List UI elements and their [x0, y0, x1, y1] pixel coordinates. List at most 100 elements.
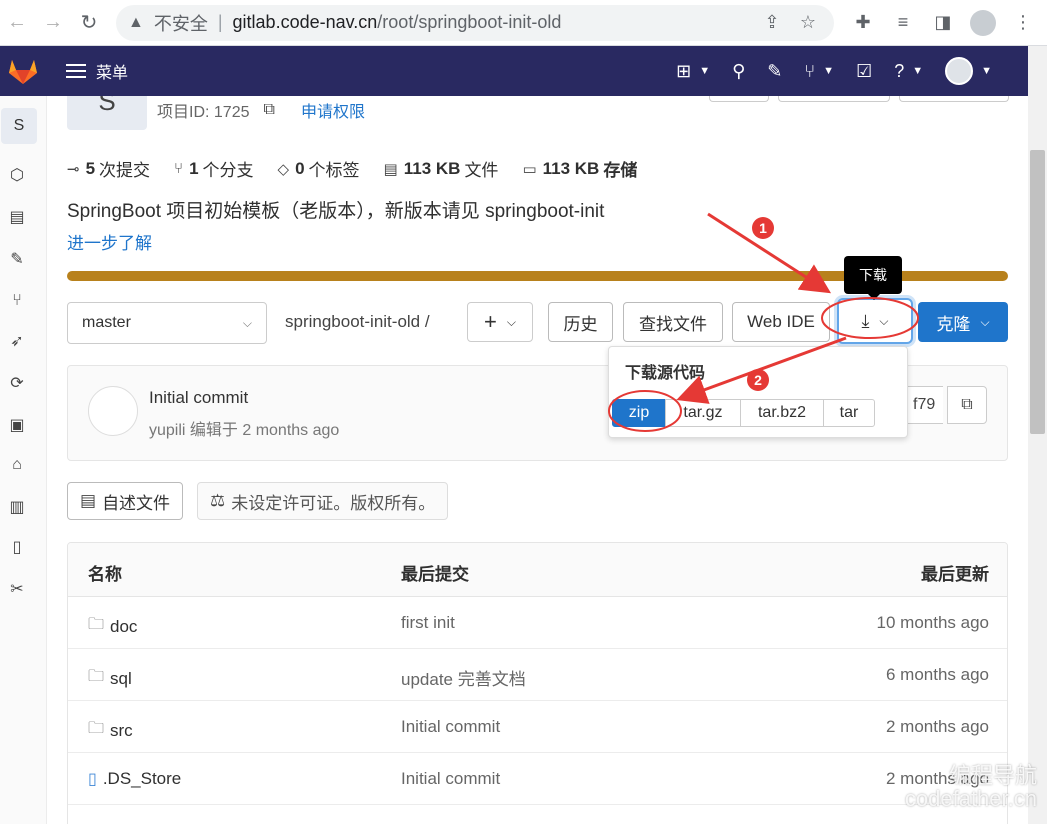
user-menu[interactable]: ▼ [945, 57, 992, 85]
sidebar-packages-icon[interactable]: ⌂ [6, 454, 28, 476]
scale-icon: ⚖ [210, 491, 226, 510]
table-row[interactable]: 🗀 doc first init 10 months ago [68, 597, 1007, 649]
main-menu-button[interactable]: 菜单 [66, 59, 128, 83]
commit-title[interactable]: Initial commit [149, 388, 248, 408]
row-name[interactable]: sql [110, 669, 132, 689]
sidebar-ci-cd-rocket-icon[interactable]: ➶ [6, 330, 28, 352]
row-commit[interactable]: update 完善文档 [401, 665, 526, 690]
address-bar[interactable]: ▲ 不安全 | gitlab.code-nav.cn/root/springbo… [116, 4, 834, 41]
sidebar-merge-requests-icon[interactable]: ⑂ [6, 290, 28, 312]
tags-stat[interactable]: ◇ 0 个标签 [278, 156, 360, 181]
bookmark-star-icon[interactable]: ☆ [794, 9, 822, 37]
table-row[interactable]: 🗀 src Initial commit 2 months ago [68, 701, 1007, 753]
download-zip-option[interactable]: zip [612, 399, 666, 427]
files-size: 113 KB [403, 158, 461, 178]
back-arrow-icon[interactable]: ← [4, 10, 30, 36]
download-tar-option[interactable]: tar [823, 399, 875, 427]
col-last-commit: 最后提交 [401, 565, 469, 584]
branch-selector[interactable]: master ⌵ [67, 302, 267, 344]
side-panel-icon[interactable]: ◨ [930, 10, 956, 36]
commits-stat[interactable]: ⊸ 5 次提交 [67, 156, 150, 181]
hamburger-icon [66, 64, 86, 78]
breadcrumb-project[interactable]: springboot-init-old [285, 312, 420, 331]
files-label: 文件 [464, 161, 499, 180]
new-item-plus-icon[interactable]: ⊞ ▼ [676, 61, 710, 82]
row-commit[interactable]: Initial commit [401, 769, 500, 789]
commit-sha[interactable]: f79 [904, 386, 944, 424]
row-name[interactable]: doc [110, 617, 137, 637]
table-row[interactable]: ▯ .DS_Store Initial commit 2 months ago [68, 753, 1007, 805]
todo-check-icon[interactable]: ☑ [856, 61, 872, 82]
sidebar-repository-icon[interactable]: ▤ [6, 206, 28, 228]
copy-id-icon[interactable]: ⧉ [264, 101, 275, 119]
row-commit[interactable]: Initial commit [401, 717, 500, 737]
download-targz-option[interactable]: tar.gz [665, 399, 741, 427]
sidebar-monitor-icon[interactable]: ▣ [6, 414, 28, 436]
table-row[interactable] [68, 805, 1007, 824]
chevron-down-icon: ⌵ [980, 314, 990, 329]
folder-icon: 🗀 [88, 616, 105, 633]
scrollbar-thumb[interactable] [1030, 150, 1045, 434]
insecure-label: 不安全 [153, 13, 208, 34]
branches-stat[interactable]: ⑂ 1 个分支 [174, 156, 253, 181]
merge-requests-icon[interactable]: ⑂ ▼ [804, 61, 834, 82]
chevron-down-icon: ▼ [823, 65, 835, 77]
warning-triangle-icon[interactable]: ▲ [128, 14, 144, 32]
share-icon[interactable]: ⇪ [758, 9, 786, 37]
issues-icon[interactable]: ✎ [767, 61, 782, 82]
extensions-puzzle-icon[interactable]: ✚ [850, 10, 876, 36]
storage-stat[interactable]: ▭ 113 KB 存储 [522, 156, 641, 181]
url-text[interactable]: gitlab.code-nav.cn/root/springboot-init-… [233, 12, 750, 33]
sidebar-deployments-icon[interactable]: ⟳ [6, 372, 28, 394]
fork-button-edge[interactable] [778, 96, 890, 102]
find-file-button[interactable]: 查找文件 [623, 302, 723, 342]
download-source-header: 下载源代码 [625, 365, 706, 382]
license-button[interactable]: ⚖ 未设定许可证。版权所有。 [197, 482, 449, 520]
profile-avatar-icon[interactable] [970, 9, 996, 36]
chevron-down-icon: ⌵ [506, 314, 516, 329]
user-avatar [945, 57, 974, 85]
download-button[interactable]: ⤓ ⌵ [837, 298, 913, 344]
sidebar-wiki-icon[interactable]: ▯ [6, 536, 28, 558]
page-scrollbar[interactable] [1028, 46, 1047, 824]
commit-author-avatar[interactable] [88, 386, 138, 436]
sidebar-snippets-scissors-icon[interactable]: ✂ [6, 578, 28, 600]
download-dropdown: 下载源代码 zip tar.gz tar.bz2 tar [608, 346, 908, 438]
row-name[interactable]: src [110, 721, 133, 741]
add-to-tree-button[interactable]: + ⌵ [467, 302, 533, 342]
project-stats: ⊸ 5 次提交 ⑂ 1 个分支 ◇ 0 个标签 ▤ 113 KB 文件 ▭ 113 KB 存储 [67, 156, 641, 181]
gitlab-logo-svg [9, 60, 37, 84]
copy-sha-icon[interactable]: ⧉ [947, 386, 987, 424]
download-tarbz2-option[interactable]: tar.bz2 [740, 399, 824, 427]
star-button-edge[interactable] [709, 96, 769, 102]
file-tree-table: 名称 最后提交 最后更新 🗀 doc first init 10 months a… [67, 542, 1008, 824]
reload-icon[interactable]: ↻ [76, 10, 102, 36]
request-access-link[interactable]: 申请权限 [301, 98, 365, 122]
row-time: 2 months ago [885, 717, 989, 736]
file-icon: ▯ [88, 771, 97, 788]
search-icon[interactable]: ⚲ [732, 61, 745, 82]
sidebar-issues-icon[interactable]: ✎ [6, 248, 28, 270]
sidebar-project-overview-icon[interactable]: ⬡ [6, 164, 28, 186]
clone-button[interactable]: 克隆 ⌵ [918, 302, 1008, 342]
folder-icon: 🗀 [88, 668, 105, 685]
gitlab-logo-icon[interactable] [0, 46, 46, 96]
watermark-en: codefather.cn [904, 786, 1037, 811]
media-queue-icon[interactable]: ≡ [890, 10, 916, 36]
folder-icon: 🗀 [88, 720, 105, 737]
notification-button-edge[interactable] [899, 96, 1009, 102]
more-menu-icon[interactable]: ⋮ [1010, 10, 1036, 36]
sidebar-project-avatar[interactable]: S [1, 108, 37, 144]
help-icon[interactable]: ? ▼ [894, 61, 923, 82]
learn-more-link[interactable]: 进一步了解 [67, 229, 152, 254]
project-meta: 项目ID: 1725 ⧉ 申请权限 [157, 98, 365, 122]
history-button[interactable]: 历史 [548, 302, 613, 342]
files-stat[interactable]: ▤ 113 KB 文件 [384, 156, 499, 181]
sidebar-analytics-icon[interactable]: ▥ [6, 496, 28, 518]
row-name[interactable]: .DS_Store [103, 769, 181, 789]
table-row[interactable]: 🗀 sql update 完善文档 6 months ago [68, 649, 1007, 701]
forward-arrow-icon[interactable]: → [40, 10, 66, 36]
row-commit[interactable]: first init [401, 613, 455, 633]
web-ide-button[interactable]: Web IDE [732, 302, 830, 342]
readme-button[interactable]: ▤ 自述文件 [67, 482, 184, 520]
